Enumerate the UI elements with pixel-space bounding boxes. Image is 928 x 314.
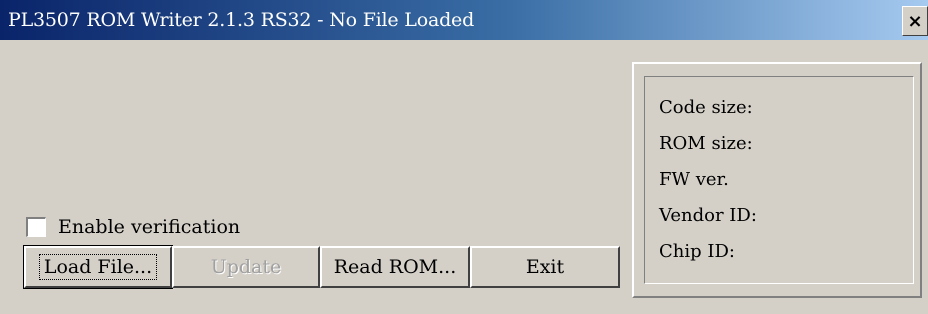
device-info-panel: Code size: ROM size: FW ver. Vendor ID: …: [632, 62, 922, 298]
update-button[interactable]: Update: [172, 246, 320, 288]
rom-size-label: ROM size:: [659, 133, 753, 154]
chip-id-label: Chip ID:: [659, 241, 735, 262]
enable-verification-checkbox[interactable]: [26, 217, 46, 237]
window-title: PL3507 ROM Writer 2.1.3 RS32 - No File L…: [8, 9, 475, 31]
device-info-box: Code size: ROM size: FW ver. Vendor ID: …: [644, 76, 914, 284]
title-bar[interactable]: PL3507 ROM Writer 2.1.3 RS32 - No File L…: [0, 0, 928, 40]
enable-verification-label[interactable]: Enable verification: [58, 216, 240, 238]
update-button-label: Update: [210, 256, 282, 278]
load-file-button[interactable]: Load File...: [23, 245, 173, 289]
close-icon: ×: [907, 10, 923, 32]
load-file-button-label: Load File...: [38, 254, 158, 280]
code-size-label: Code size:: [659, 97, 753, 118]
vendor-id-label: Vendor ID:: [659, 205, 757, 226]
enable-verification-row[interactable]: Enable verification: [26, 216, 240, 238]
read-rom-button[interactable]: Read ROM...: [320, 246, 470, 288]
exit-button-label: Exit: [525, 256, 565, 278]
read-rom-button-label: Read ROM...: [333, 256, 457, 278]
fw-ver-label: FW ver.: [659, 169, 729, 190]
exit-button[interactable]: Exit: [470, 246, 620, 288]
close-button[interactable]: ×: [902, 6, 928, 36]
